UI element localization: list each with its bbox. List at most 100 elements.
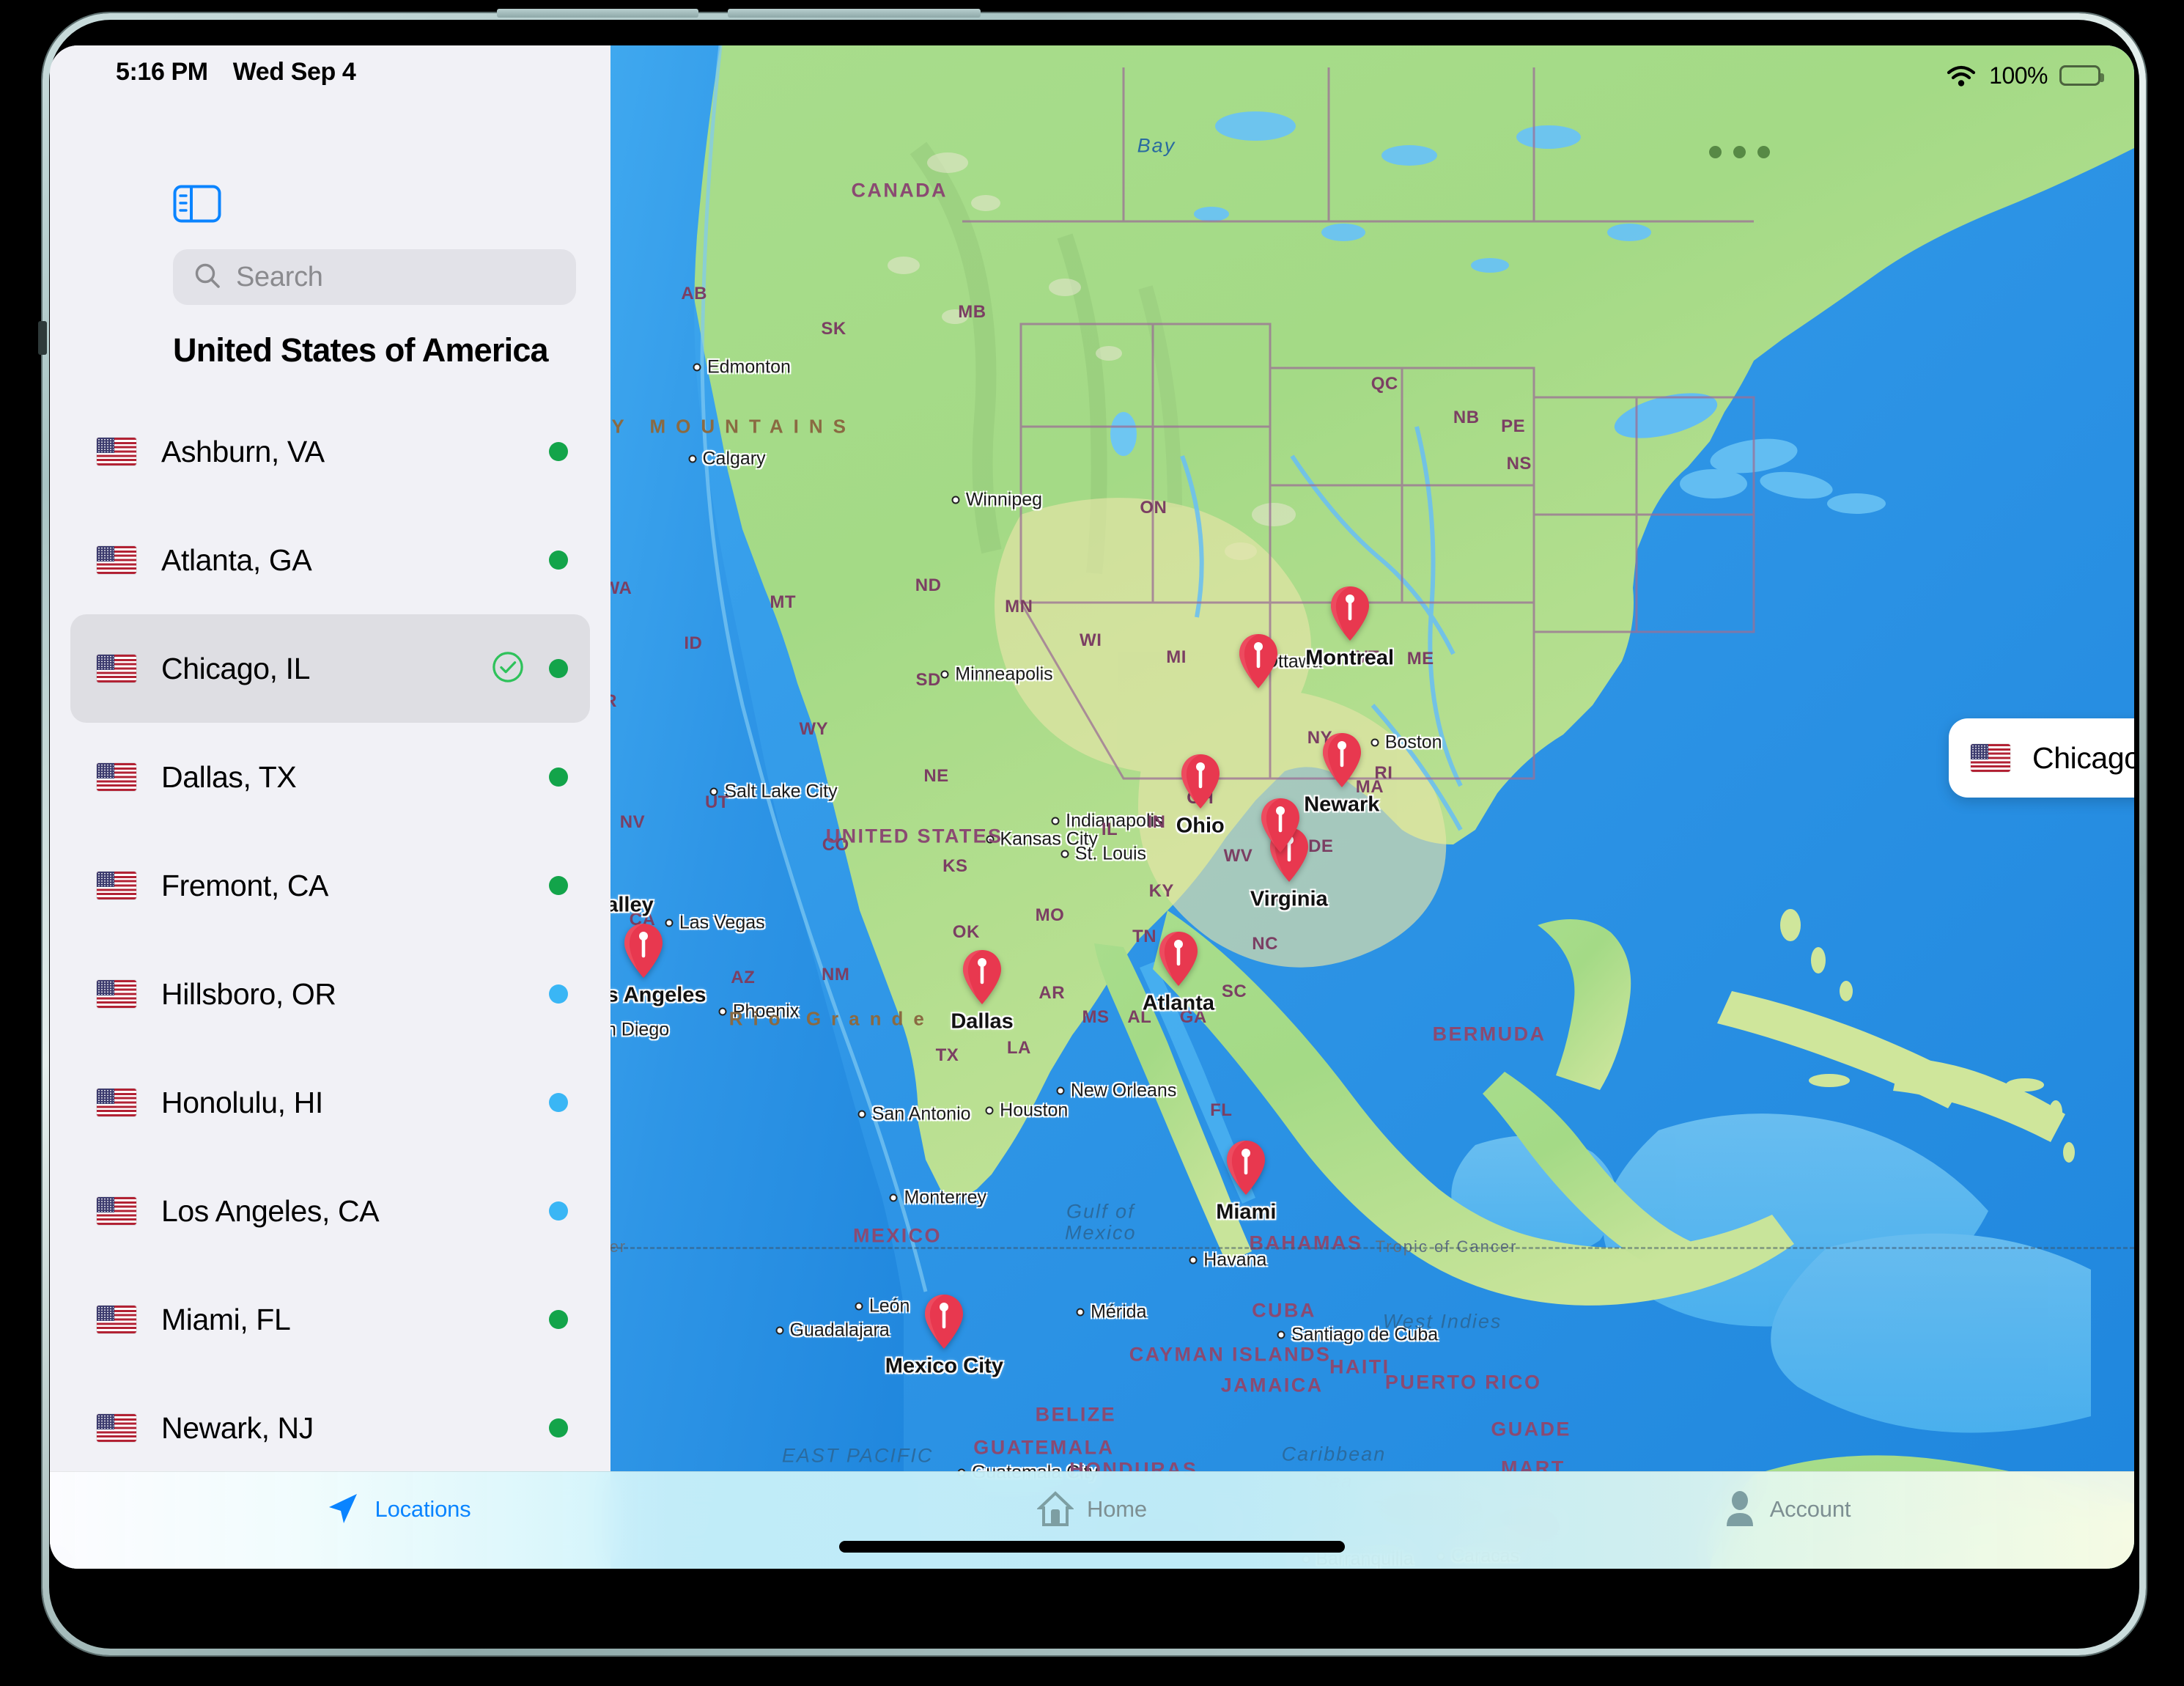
callout-location-name: Chicago, IL bbox=[2032, 740, 2134, 775]
map-city-dot bbox=[1060, 850, 1069, 858]
map-city-dot bbox=[775, 1326, 784, 1335]
map-view[interactable]: 100% Edmonton Calgary Winnipeg Minneapolis O… bbox=[610, 45, 2134, 1569]
list-item[interactable]: Ashburn, VA bbox=[70, 397, 590, 506]
us-flag-icon bbox=[97, 1197, 136, 1225]
map-pin[interactable] bbox=[623, 922, 664, 979]
us-flag-icon bbox=[97, 872, 136, 899]
tab-account-label: Account bbox=[1769, 1496, 1851, 1522]
location-name: Newark, NJ bbox=[161, 1410, 314, 1445]
battery-percent-label: 100% bbox=[1989, 62, 2048, 89]
home-indicator[interactable] bbox=[839, 1541, 1345, 1553]
location-name: Hillsboro, OR bbox=[161, 976, 336, 1011]
list-item[interactable]: Atlanta, GA bbox=[70, 506, 590, 614]
us-flag-icon bbox=[97, 1089, 136, 1116]
map-city-dot bbox=[688, 454, 697, 463]
map-city-dot bbox=[985, 1106, 994, 1115]
status-badge bbox=[549, 767, 568, 787]
tab-home[interactable]: Home bbox=[745, 1472, 1439, 1569]
status-badge bbox=[549, 442, 568, 461]
status-badge bbox=[549, 1310, 568, 1329]
map-callout-chicago[interactable]: Chicago, IL bbox=[1949, 718, 2134, 798]
map-pin[interactable] bbox=[962, 949, 1003, 1006]
person-icon bbox=[1723, 1490, 1757, 1531]
map-pin[interactable] bbox=[1225, 1139, 1266, 1196]
search-icon bbox=[193, 262, 221, 293]
map-city-dot bbox=[855, 1302, 863, 1311]
map-city-dot bbox=[1277, 1330, 1285, 1339]
navigation-arrow-icon bbox=[324, 1490, 362, 1531]
map-city-dot bbox=[1056, 1086, 1065, 1095]
map-city-dot bbox=[665, 919, 674, 927]
status-badge bbox=[549, 1201, 568, 1221]
house-icon bbox=[1036, 1490, 1075, 1531]
list-item[interactable]: Honolulu, HI bbox=[70, 1048, 590, 1157]
location-name: Dallas, TX bbox=[161, 759, 297, 794]
app-window: 100% Edmonton Calgary Winnipeg Minneapolis O… bbox=[50, 45, 2134, 1569]
tab-bar[interactable]: Locations Home Account bbox=[50, 1471, 2134, 1569]
list-item[interactable]: Chicago, IL bbox=[70, 614, 590, 723]
location-name: Chicago, IL bbox=[161, 651, 311, 685]
map-city-dot bbox=[693, 363, 701, 372]
list-item[interactable]: Hillsboro, OR bbox=[70, 940, 590, 1048]
map-city-dot bbox=[1189, 1256, 1198, 1264]
list-item[interactable]: Los Angeles, CA bbox=[70, 1157, 590, 1265]
us-flag-icon bbox=[97, 1306, 136, 1333]
search-input[interactable]: Search bbox=[173, 249, 576, 305]
us-flag-icon bbox=[97, 438, 136, 465]
map-city-dot bbox=[1076, 1308, 1085, 1317]
map-city-dot bbox=[951, 496, 960, 504]
us-flag-icon bbox=[97, 763, 136, 791]
location-name: Miami, FL bbox=[161, 1302, 291, 1336]
us-flag-icon bbox=[97, 546, 136, 574]
map-city-dot bbox=[718, 1007, 727, 1016]
us-flag-icon bbox=[97, 655, 136, 682]
location-name: Ashburn, VA bbox=[161, 434, 325, 468]
tab-locations[interactable]: Locations bbox=[50, 1472, 745, 1569]
volume-button[interactable] bbox=[497, 9, 698, 18]
status-badge bbox=[549, 551, 568, 570]
list-item[interactable]: Fremont, CA bbox=[70, 831, 590, 940]
map-city-dot bbox=[857, 1110, 866, 1119]
tab-locations-label: Locations bbox=[375, 1496, 471, 1522]
map-pin[interactable] bbox=[1158, 930, 1199, 987]
multitask-dots-icon[interactable] bbox=[1709, 146, 1770, 158]
status-badge bbox=[549, 876, 568, 895]
map-city-dot bbox=[940, 670, 949, 679]
wifi-icon bbox=[1947, 65, 1976, 86]
battery-full-icon bbox=[2059, 65, 2104, 86]
list-item[interactable]: Newark, NJ bbox=[70, 1374, 590, 1482]
tab-home-label: Home bbox=[1087, 1496, 1147, 1522]
list-item[interactable]: Dallas, TX bbox=[70, 723, 590, 831]
locations-list[interactable]: Ashburn, VA Atlanta, GA Chicago, IL Dallas,… bbox=[50, 397, 610, 1519]
map-pin[interactable] bbox=[923, 1293, 964, 1350]
location-name: Los Angeles, CA bbox=[161, 1193, 380, 1228]
list-item[interactable]: Miami, FL bbox=[70, 1265, 590, 1374]
power-button[interactable] bbox=[728, 9, 981, 18]
side-button[interactable] bbox=[38, 321, 47, 355]
tab-account[interactable]: Account bbox=[1439, 1472, 2134, 1569]
status-bar-left: 5:16 PM Wed Sep 4 bbox=[50, 45, 610, 98]
status-bar-right: 100% bbox=[1945, 53, 2104, 98]
map-pin[interactable] bbox=[1321, 732, 1362, 789]
map-pin[interactable] bbox=[1180, 753, 1221, 810]
tropic-of-cancer-line bbox=[610, 1247, 2134, 1250]
status-badge bbox=[549, 1093, 568, 1112]
map-city-dot bbox=[1051, 817, 1060, 825]
sidebar-toggle-icon[interactable] bbox=[173, 185, 221, 223]
sidebar: 5:16 PM Wed Sep 4 Search United States o… bbox=[50, 45, 610, 1569]
location-name: Honolulu, HI bbox=[161, 1085, 323, 1119]
status-date: Wed Sep 4 bbox=[232, 57, 356, 86]
status-badge bbox=[549, 1418, 568, 1437]
status-badge bbox=[549, 659, 568, 678]
us-flag-icon bbox=[97, 1414, 136, 1442]
map-city-dot bbox=[986, 835, 995, 844]
status-time: 5:16 PM bbox=[116, 57, 208, 86]
map-pin[interactable] bbox=[1329, 585, 1370, 642]
map-city-dot bbox=[709, 787, 718, 796]
map-pin[interactable] bbox=[1238, 633, 1279, 690]
search-placeholder: Search bbox=[236, 261, 323, 292]
page-title: United States of America bbox=[173, 331, 549, 369]
location-name: Fremont, CA bbox=[161, 868, 328, 902]
map-pin[interactable] bbox=[1260, 797, 1301, 854]
map-city-dot bbox=[1370, 738, 1379, 746]
